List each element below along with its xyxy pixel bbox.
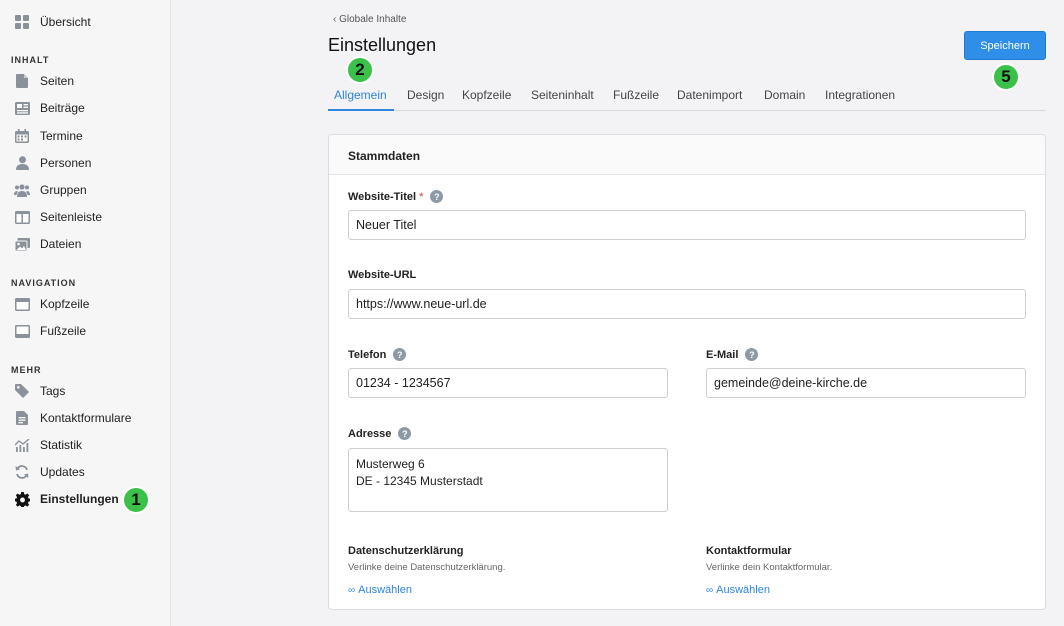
stammdaten-card: Stammdaten Website-Titel * ? Website-URL… — [328, 134, 1046, 610]
contact-description: Verlinke dein Kontaktformular. — [706, 562, 833, 573]
section-label-inhalt: INHALT — [11, 55, 50, 65]
sidebar-item-label: Kontaktformulare — [40, 411, 132, 425]
breadcrumb[interactable]: ‹ Globale Inhalte — [333, 14, 406, 25]
sidebar-item-overview[interactable]: Übersicht — [14, 12, 91, 32]
email-input[interactable] — [706, 368, 1026, 398]
website-url-label: Website-URL — [348, 269, 416, 281]
tab-datenimport[interactable]: Datenimport — [677, 88, 742, 102]
page-title: Einstellungen — [328, 35, 437, 55]
sidebar-item-label: Dateien — [40, 237, 82, 251]
sidebar-item-personen[interactable]: Personen — [14, 153, 91, 173]
sidebar-item-label: Termine — [40, 129, 83, 143]
chevron-left-icon: ‹ — [333, 14, 337, 25]
email-label-text: E-Mail — [706, 348, 739, 361]
chart-icon — [14, 437, 30, 453]
header-layout-icon — [14, 296, 30, 312]
page-icon — [14, 73, 30, 89]
annotation-badge-2: 2 — [346, 56, 374, 84]
phone-label: Telefon ? — [348, 348, 407, 361]
annotation-badge-1: 1 — [122, 486, 150, 514]
newspaper-icon — [14, 100, 30, 116]
sidebar-item-einstellungen[interactable]: Einstellungen — [14, 489, 119, 509]
breadcrumb-label: Globale Inhalte — [339, 14, 407, 25]
help-icon[interactable]: ? — [745, 348, 759, 361]
images-icon — [14, 236, 30, 252]
group-icon — [14, 182, 30, 198]
sidebar-layout-icon — [14, 209, 30, 225]
sidebar-item-label: Übersicht — [40, 15, 91, 29]
tab-seiteninhalt[interactable]: Seiteninhalt — [531, 88, 594, 102]
help-icon[interactable]: ? — [430, 190, 444, 203]
website-title-label-text: Website-Titel — [348, 190, 417, 203]
tab-allgemein[interactable]: Allgemein — [334, 88, 387, 102]
sidebar-item-kontaktformulare[interactable]: Kontaktformulare — [14, 408, 131, 428]
tab-domain[interactable]: Domain — [764, 88, 805, 102]
section-label-mehr: MEHR — [11, 365, 42, 375]
sidebar-item-label: Personen — [40, 156, 92, 170]
phone-input[interactable] — [348, 368, 668, 398]
tag-icon — [14, 383, 30, 399]
link-icon: ∞ — [348, 584, 356, 596]
privacy-title: Datenschutzerklärung — [348, 545, 464, 557]
sidebar-item-label: Kopfzeile — [40, 297, 90, 311]
sidebar-item-statistik[interactable]: Statistik — [14, 435, 82, 455]
sidebar-item-label: Updates — [40, 465, 85, 479]
card-title: Stammdaten — [348, 149, 421, 163]
privacy-description: Verlinke deine Datenschutzerklärung. — [348, 562, 506, 573]
section-label-navigation: NAVIGATION — [11, 278, 77, 288]
address-textarea[interactable] — [348, 448, 668, 512]
link-icon: ∞ — [706, 584, 714, 596]
calendar-icon — [14, 128, 30, 144]
required-marker: * — [419, 190, 424, 203]
sidebar-item-kopfzeile[interactable]: Kopfzeile — [14, 294, 89, 314]
sidebar-item-tags[interactable]: Tags — [14, 381, 65, 401]
address-label-text: Adresse — [348, 427, 392, 440]
sidebar-item-label: Tags — [40, 384, 66, 398]
sidebar-item-label: Statistik — [40, 438, 83, 452]
sidebar-item-beitraege[interactable]: Beiträge — [14, 98, 85, 118]
sidebar-item-seitenleiste[interactable]: Seitenleiste — [14, 207, 102, 227]
person-icon — [14, 155, 30, 171]
address-label: Adresse ? — [348, 427, 412, 440]
sidebar-item-label: Einstellungen — [40, 492, 119, 506]
tab-bar: Allgemein Design Kopfzeile Seiteninhalt … — [328, 84, 1046, 111]
tab-fusszeile[interactable]: Fußzeile — [613, 88, 659, 102]
card-header: Stammdaten — [329, 135, 1045, 175]
sidebar: Übersicht INHALT Seiten Beiträge Termine… — [0, 0, 171, 626]
website-title-label: Website-Titel * ? — [348, 190, 444, 203]
grid-icon — [14, 14, 30, 30]
refresh-icon — [14, 464, 30, 480]
website-title-input[interactable] — [348, 210, 1026, 240]
form-icon — [14, 410, 30, 426]
sidebar-item-label: Fußzeile — [40, 324, 87, 338]
sidebar-item-label: Beiträge — [40, 101, 85, 115]
sidebar-item-updates[interactable]: Updates — [14, 462, 85, 482]
sidebar-item-label: Seitenleiste — [40, 210, 103, 224]
footer-layout-icon — [14, 323, 30, 339]
sidebar-item-label: Seiten — [40, 74, 75, 88]
contact-title: Kontaktformular — [706, 545, 792, 557]
website-url-input[interactable] — [348, 289, 1026, 319]
contact-select-link[interactable]: ∞ Auswählen — [706, 584, 770, 596]
sidebar-item-fusszeile[interactable]: Fußzeile — [14, 321, 86, 341]
sidebar-item-dateien[interactable]: Dateien — [14, 234, 81, 254]
gear-icon — [14, 491, 30, 507]
email-label: E-Mail ? — [706, 348, 759, 361]
tab-design[interactable]: Design — [407, 88, 444, 102]
sidebar-item-termine[interactable]: Termine — [14, 126, 83, 146]
tab-integrationen[interactable]: Integrationen — [825, 88, 895, 102]
sidebar-item-seiten[interactable]: Seiten — [14, 71, 74, 91]
help-icon[interactable]: ? — [393, 348, 407, 361]
website-url-label-text: Website-URL — [348, 269, 417, 281]
contact-select-label: Auswählen — [716, 584, 770, 596]
help-icon[interactable]: ? — [398, 427, 412, 440]
phone-label-text: Telefon — [348, 348, 387, 361]
sidebar-item-label: Gruppen — [40, 183, 87, 197]
privacy-select-link[interactable]: ∞ Auswählen — [348, 584, 412, 596]
save-button[interactable]: Speichern — [964, 31, 1046, 60]
sidebar-item-gruppen[interactable]: Gruppen — [14, 180, 87, 200]
tab-kopfzeile[interactable]: Kopfzeile — [462, 88, 511, 102]
privacy-select-label: Auswählen — [358, 584, 412, 596]
active-tab-indicator — [328, 109, 394, 111]
